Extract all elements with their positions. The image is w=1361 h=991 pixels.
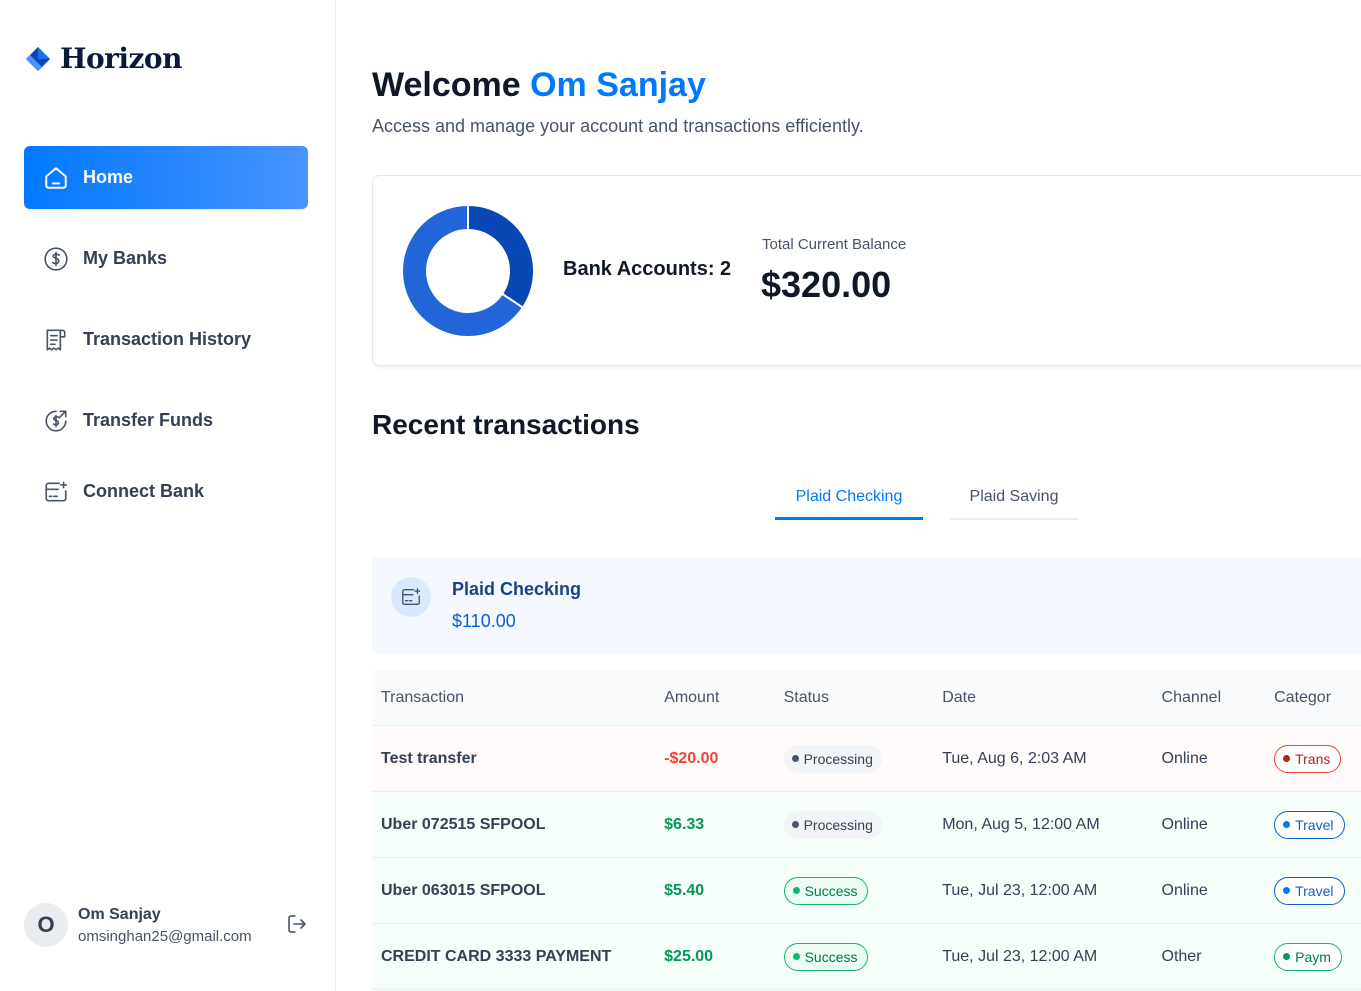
sidebar-item-transfer-funds[interactable]: Transfer Funds: [24, 389, 308, 452]
avatar: O: [24, 903, 68, 947]
column-header: Categor: [1274, 688, 1332, 706]
selected-bank-balance: $110.00: [452, 611, 516, 631]
category-label: Trans: [1295, 750, 1331, 767]
category-dot: [1283, 821, 1291, 828]
category-badge: Travel: [1274, 810, 1345, 839]
status-dot: [791, 755, 799, 762]
category-badge: Travel: [1274, 876, 1345, 905]
category-dot: [1283, 953, 1291, 960]
category-badge: Trans: [1274, 744, 1342, 773]
dollar-circle-icon: [42, 245, 69, 272]
status-badge: Success: [783, 876, 868, 905]
sidebar-item-label: My Banks: [83, 248, 168, 268]
selected-bank-info: Plaid Checking $110.00: [372, 557, 1361, 654]
balance-donut-chart: [401, 204, 535, 338]
sidebar: Horizon Home My Banks Transaction Histor…: [0, 0, 336, 991]
column-header: Status: [783, 688, 829, 706]
receipt-icon: [42, 326, 69, 353]
transaction-name: CREDIT CARD 3333 PAYMENT: [381, 947, 612, 965]
status-label: Success: [804, 948, 858, 965]
money-send-icon: [42, 407, 69, 434]
status-dot: [792, 887, 800, 894]
transaction-channel: Online: [1161, 749, 1208, 767]
total-balance-card: Bank Accounts: 2 Total Current Balance $…: [372, 175, 1361, 366]
card-add-icon: [42, 478, 69, 505]
main-content: Welcome Om Sanjay Access and manage your…: [336, 0, 1361, 991]
sidebar-item-connect-bank[interactable]: Connect Bank: [24, 460, 308, 523]
category-label: Travel: [1295, 882, 1334, 899]
category-label: Travel: [1295, 816, 1334, 833]
sidebar-item-label: Home: [83, 167, 134, 187]
user-email: omsinghan25@gmail.com: [78, 927, 252, 945]
status-badge: Success: [783, 942, 868, 971]
page-subtitle: Access and manage your account and trans…: [372, 116, 864, 136]
transaction-channel: Online: [1161, 815, 1208, 833]
card-add-icon: [391, 577, 431, 617]
transaction-channel: Other: [1161, 947, 1202, 965]
user-name: Om Sanjay: [78, 905, 161, 923]
transaction-channel: Online: [1161, 881, 1208, 899]
sidebar-item-label: Transfer Funds: [83, 410, 214, 430]
transaction-date: Mon, Aug 5, 12:00 AM: [942, 815, 1100, 833]
transaction-name: Test transfer: [381, 749, 477, 767]
transaction-date: Tue, Jul 23, 12:00 AM: [942, 947, 1098, 965]
column-header: Amount: [664, 688, 720, 706]
transaction-name: Uber 063015 SFPOOL: [381, 881, 546, 899]
column-header: Channel: [1161, 688, 1222, 706]
sidebar-item-transaction-history[interactable]: Transaction History: [24, 308, 308, 371]
status-label: Success: [804, 882, 858, 899]
sidebar-item-my-banks[interactable]: My Banks: [24, 227, 308, 290]
bank-accounts-count: Bank Accounts: 2: [563, 258, 732, 280]
category-dot: [1283, 755, 1291, 762]
status-dot: [791, 821, 799, 828]
transaction-amount: $5.40: [664, 881, 705, 899]
status-badge: Processing: [783, 810, 882, 839]
sidebar-item-label: Transaction History: [83, 329, 252, 349]
sidebar-item-label: Connect Bank: [83, 481, 205, 501]
table-row[interactable]: Uber 063015 SFPOOL $5.40 Success Tue, Ju…: [372, 858, 1361, 924]
app-root: Horizon Home My Banks Transaction Histor…: [0, 0, 1361, 991]
selected-bank-name: Plaid Checking: [452, 579, 582, 599]
category-badge: Paym: [1274, 942, 1342, 971]
status-label: Processing: [803, 816, 873, 833]
recent-transactions-title: Recent transactions: [372, 409, 640, 440]
welcome-user-name: Om Sanjay: [530, 66, 706, 104]
table-row[interactable]: Uber 072515 SFPOOL $6.33 Processing Mon,…: [372, 792, 1361, 858]
transaction-date: Tue, Aug 6, 2:03 AM: [942, 749, 1087, 767]
welcome-prefix: Welcome: [372, 66, 521, 104]
transaction-date: Tue, Jul 23, 12:00 AM: [942, 881, 1098, 899]
table-header: Transaction Amount Status Date Channel C…: [372, 670, 1361, 726]
table-row[interactable]: Test transfer -$20.00 Processing Tue, Au…: [372, 726, 1361, 792]
transactions-table: Transaction Amount Status Date Channel C…: [372, 670, 1361, 990]
status-label: Processing: [803, 750, 873, 767]
transaction-name: Uber 072515 SFPOOL: [381, 815, 546, 833]
brand-name: Horizon: [60, 42, 182, 75]
column-header: Transaction: [381, 688, 464, 706]
transaction-amount: $6.33: [664, 815, 705, 833]
status-badge: Processing: [783, 744, 882, 773]
sidebar-item-home[interactable]: Home: [24, 146, 308, 209]
home-icon: [42, 164, 69, 191]
category-label: Paym: [1295, 948, 1331, 965]
brand-logo[interactable]: Horizon: [24, 42, 182, 75]
tab-plaid-checking[interactable]: Plaid Checking: [775, 476, 923, 520]
status-dot: [792, 953, 800, 960]
column-header: Date: [942, 688, 976, 706]
transaction-amount: -$20.00: [664, 749, 719, 767]
total-balance-label: Total Current Balance: [762, 236, 907, 253]
table-row[interactable]: CREDIT CARD 3333 PAYMENT $25.00 Success …: [372, 924, 1361, 990]
logout-icon[interactable]: [285, 912, 309, 936]
tab-plaid-saving[interactable]: Plaid Saving: [950, 476, 1078, 520]
page-title: Welcome Om Sanjay: [372, 66, 706, 105]
horizon-logo-icon: [26, 46, 50, 71]
donut-slice-plaid-checking: [467, 204, 535, 310]
user-profile: O Om Sanjay omsinghan25@gmail.com: [24, 900, 316, 950]
category-dot: [1283, 887, 1291, 894]
transaction-amount: $25.00: [664, 947, 714, 965]
total-balance-value: $320.00: [761, 264, 892, 305]
